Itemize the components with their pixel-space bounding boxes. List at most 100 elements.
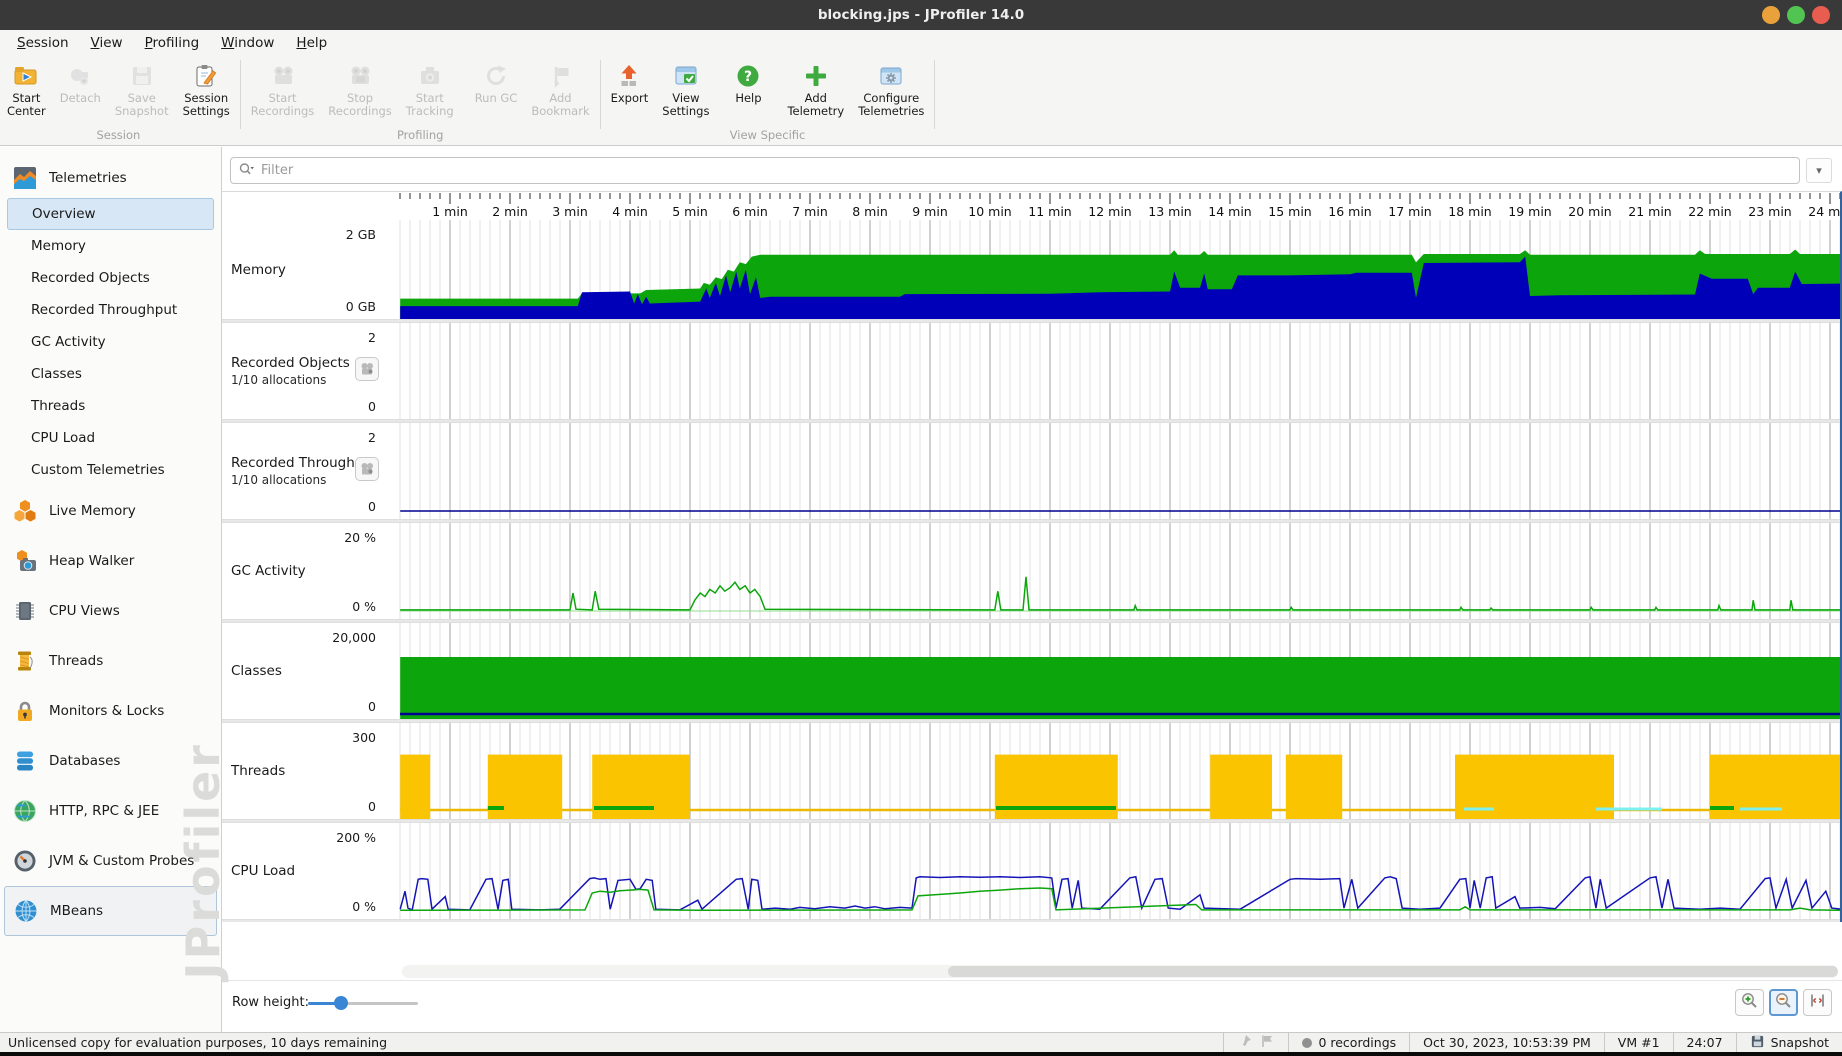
horizontal-scrollbar[interactable]: [402, 965, 1838, 978]
chart-row-cpu-load: CPU Load200 %0 %: [222, 823, 1840, 919]
sidebar-item-classes[interactable]: Classes: [0, 358, 221, 390]
sidebar-item-monitors-locks[interactable]: Monitors & Locks: [0, 686, 221, 736]
jvm-custom-probes-icon: [13, 849, 37, 873]
sidebar-item-cpu-views[interactable]: CPU Views: [0, 586, 221, 636]
filter-dropdown-button[interactable]: ▾: [1806, 158, 1832, 183]
toolbar-divider: [600, 60, 601, 129]
menu-session[interactable]: Session: [6, 30, 80, 56]
sidebar-item-heap-walker[interactable]: Heap Walker: [0, 536, 221, 586]
sidebar-item-gc-activity[interactable]: GC Activity: [0, 326, 221, 358]
sidebar-section-label: Telemetries: [49, 170, 127, 186]
run-gc-button: Run GC: [468, 61, 525, 105]
pin-icon[interactable]: [1237, 1033, 1253, 1052]
zoom-out-button[interactable]: [1769, 989, 1798, 1016]
svg-text:5 min: 5 min: [672, 204, 708, 219]
filter-input[interactable]: Filter: [230, 157, 1800, 184]
chart-row-label-area: GC Activity20 %0 %: [222, 523, 385, 619]
sidebar-item-recorded-objects[interactable]: Recorded Objects: [0, 262, 221, 294]
sidebar-item-threads[interactable]: Threads: [0, 390, 221, 422]
monitors-locks-icon: [13, 699, 37, 723]
record-recorded-throughput-button[interactable]: [355, 457, 379, 481]
window-close-button[interactable]: [1812, 6, 1830, 24]
chevron-down-icon: ▾: [1816, 164, 1822, 177]
record-recorded-objects-button[interactable]: [355, 357, 379, 381]
detach-button: Detach: [53, 61, 108, 105]
add-telemetry-button[interactable]: Add Telemetry: [780, 61, 851, 118]
classes-chart[interactable]: [385, 623, 1840, 719]
scale-bottom-cpu-load: 0 %: [352, 899, 376, 914]
toolbar-group-label: Session: [0, 128, 237, 142]
flag-icon[interactable]: [1259, 1033, 1275, 1052]
view-settings-button[interactable]: View Settings: [655, 61, 716, 118]
recorded-throughput-chart[interactable]: [385, 423, 1840, 519]
row-height-slider-thumb[interactable]: [334, 996, 348, 1010]
horizontal-scrollbar-thumb[interactable]: [948, 966, 1838, 977]
filter-bar: Filter ▾: [222, 147, 1842, 191]
sidebar-item-custom-telemetries[interactable]: Custom Telemetries: [0, 454, 221, 486]
stop-recordings-icon: [347, 63, 373, 89]
sidebar-item-threads[interactable]: Threads: [0, 636, 221, 686]
row-height-label: Row height:: [232, 995, 309, 1010]
menu-view[interactable]: View: [80, 30, 134, 56]
search-icon: [239, 162, 255, 180]
help-button[interactable]: ?Help: [723, 61, 773, 105]
view-settings-icon: [673, 63, 699, 89]
svg-text:18 min: 18 min: [1448, 204, 1491, 219]
svg-text:23 min: 23 min: [1748, 204, 1791, 219]
sidebar-child-label: Custom Telemetries: [31, 462, 165, 478]
window-title: blocking.jps - JProfiler 14.0: [0, 0, 1842, 30]
menu-profiling[interactable]: Profiling: [134, 30, 211, 56]
configure-telemetries-button[interactable]: Configure Telemetries: [851, 61, 931, 118]
threads-chart[interactable]: [385, 723, 1840, 819]
row-label-classes: Classes: [231, 663, 282, 679]
svg-text:6 min: 6 min: [732, 204, 768, 219]
recorded-objects-chart[interactable]: [385, 323, 1840, 419]
start-center-icon: [13, 63, 39, 89]
memory-chart[interactable]: [385, 220, 1840, 319]
row-label-recorded-objects: Recorded Objects: [231, 355, 350, 371]
chart-row-threads: Threads3000: [222, 723, 1840, 819]
scale-bottom-classes: 0: [368, 699, 376, 714]
scale-bottom-memory: 0 GB: [346, 299, 376, 314]
snapshot-mode: Snapshot: [1736, 1033, 1842, 1052]
run-gc-icon: [483, 63, 509, 89]
menu-window[interactable]: Window: [210, 30, 285, 56]
vm-indicator[interactable]: VM #1: [1604, 1033, 1673, 1052]
sidebar-item-recorded-throughput[interactable]: Recorded Throughput: [0, 294, 221, 326]
vm-text: VM #1: [1618, 1035, 1660, 1050]
sidebar-section-label: HTTP, RPC & JEE: [49, 803, 159, 819]
sidebar-item-overview[interactable]: Overview: [7, 198, 214, 230]
sidebar-item-live-memory[interactable]: Live Memory: [0, 486, 221, 536]
sidebar-item-cpu-load[interactable]: CPU Load: [0, 422, 221, 454]
session-settings-button[interactable]: Session Settings: [176, 61, 237, 118]
window-maximize-button[interactable]: [1787, 6, 1805, 24]
sidebar-child-label: Memory: [31, 238, 86, 254]
sidebar-item-memory[interactable]: Memory: [0, 230, 221, 262]
fit-to-window-button[interactable]: [1803, 989, 1832, 1016]
export-button[interactable]: Export: [604, 61, 656, 105]
add-bookmark-button: Add Bookmark: [524, 61, 596, 118]
sidebar-item-telemetries[interactable]: Telemetries: [0, 158, 221, 198]
toolbar-button-label: Stop Recordings: [328, 92, 392, 118]
chart-row-label-area: CPU Load200 %0 %: [222, 823, 385, 919]
sidebar-child-label: Threads: [31, 398, 85, 414]
svg-text:9 min: 9 min: [912, 204, 948, 219]
svg-text:22 min: 22 min: [1688, 204, 1731, 219]
toolbar-button-label: Configure Telemetries: [858, 92, 924, 118]
window-minimize-button[interactable]: [1762, 6, 1780, 24]
cpu-load-chart[interactable]: [385, 823, 1840, 919]
status-bar: Unlicensed copy for evaluation purposes,…: [0, 1032, 1842, 1052]
chart-row-label-area: Threads3000: [222, 723, 385, 819]
svg-text:21 min: 21 min: [1628, 204, 1671, 219]
zoom-in-button[interactable]: [1735, 989, 1764, 1016]
start-center-button[interactable]: Start Center: [0, 61, 53, 118]
window-bottom-edge: [0, 1052, 1842, 1056]
toolbar-group-profiling: Start RecordingsStop RecordingsStart Tra…: [244, 56, 597, 145]
toolbar-group-label: Profiling: [244, 128, 597, 142]
menu-help[interactable]: Help: [285, 30, 338, 56]
gc-activity-chart[interactable]: [385, 523, 1840, 619]
zoom-in-icon: [1740, 991, 1759, 1014]
chart-row-label-area: Recorded Objects1/10 allocations20: [222, 323, 385, 419]
timeline-ruler[interactable]: 1 min2 min3 min4 min5 min6 min7 min8 min…: [385, 192, 1840, 220]
row-height-slider[interactable]: [308, 993, 418, 1013]
